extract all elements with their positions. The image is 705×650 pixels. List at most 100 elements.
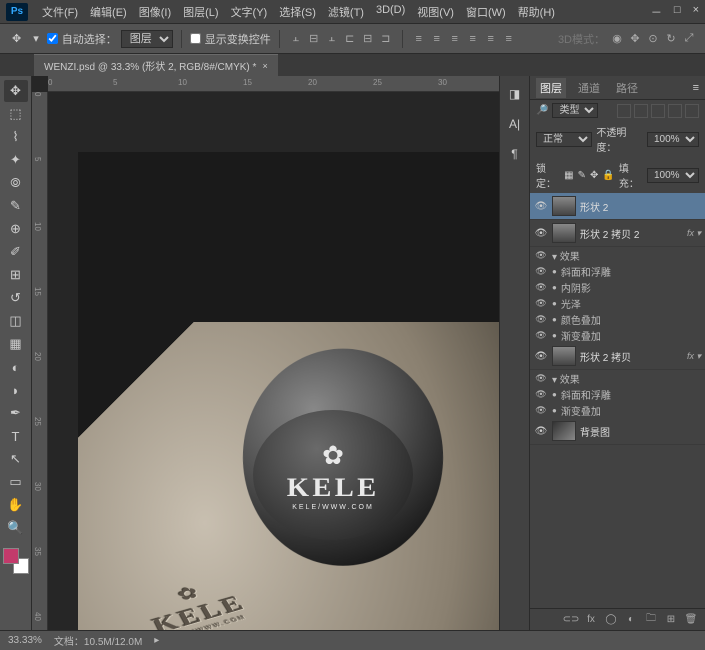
filter-shape-icon[interactable] bbox=[668, 104, 682, 118]
brush-tool[interactable]: ✐ bbox=[4, 241, 28, 263]
menu-item[interactable]: 窗口(W) bbox=[460, 2, 512, 22]
visibility-icon[interactable]: 👁 bbox=[534, 351, 548, 362]
blend-mode-select[interactable]: 正常 bbox=[536, 132, 592, 147]
canvas[interactable]: ✿ KELE KELE/WWW.COM ✿ KELE KELE/WWW.COM bbox=[78, 152, 499, 630]
move-tool[interactable]: ✥ bbox=[4, 80, 28, 102]
lasso-tool[interactable]: ⌇ bbox=[4, 126, 28, 148]
visibility-icon[interactable]: 👁 bbox=[534, 389, 548, 400]
wand-tool[interactable]: ✦ bbox=[4, 149, 28, 171]
menu-item[interactable]: 视图(V) bbox=[411, 2, 460, 22]
color-swatches[interactable] bbox=[3, 548, 29, 574]
menu-item[interactable]: 编辑(E) bbox=[84, 2, 133, 22]
visibility-icon[interactable]: 👁 bbox=[534, 266, 548, 277]
crop-tool[interactable]: ⦾ bbox=[4, 172, 28, 194]
dist-icon[interactable]: ≡ bbox=[483, 31, 499, 47]
visibility-icon[interactable]: 👁 bbox=[534, 228, 548, 239]
lock-pixels-icon[interactable]: ✎ bbox=[578, 170, 586, 181]
eraser-tool[interactable]: ◫ bbox=[4, 310, 28, 332]
menu-item[interactable]: 文字(Y) bbox=[225, 2, 274, 22]
info-chevron-icon[interactable]: ▸ bbox=[154, 635, 159, 646]
menu-item[interactable]: 选择(S) bbox=[273, 2, 322, 22]
delete-layer-icon[interactable]: 🗑 bbox=[683, 613, 699, 627]
history-panel-icon[interactable]: ◨ bbox=[505, 84, 525, 104]
show-transform-input[interactable] bbox=[190, 33, 201, 44]
menu-item[interactable]: 帮助(H) bbox=[512, 2, 561, 22]
align-left-icon[interactable]: ⊏ bbox=[342, 31, 358, 47]
lock-transparency-icon[interactable]: ▦ bbox=[564, 170, 573, 181]
visibility-icon[interactable]: 👁 bbox=[534, 298, 548, 309]
dist-icon[interactable]: ≡ bbox=[411, 31, 427, 47]
visibility-icon[interactable]: 👁 bbox=[534, 405, 548, 416]
fx-indicator[interactable]: fx ▾ bbox=[687, 228, 701, 239]
filter-type-select[interactable]: 类型 bbox=[552, 103, 598, 118]
fx-indicator[interactable]: fx ▾ bbox=[687, 351, 701, 362]
dist-icon[interactable]: ≡ bbox=[447, 31, 463, 47]
dropdown-icon[interactable]: ▾ bbox=[29, 30, 43, 47]
align-hcenter-icon[interactable]: ⊟ bbox=[360, 31, 376, 47]
menu-item[interactable]: 3D(D) bbox=[370, 2, 411, 22]
marquee-tool[interactable]: ⬚ bbox=[4, 103, 28, 125]
lock-all-icon[interactable]: 🔒 bbox=[602, 170, 614, 181]
path-tool[interactable]: ↖ bbox=[4, 448, 28, 470]
zoom-tool[interactable]: 🔍 bbox=[4, 517, 28, 539]
minimize-icon[interactable]: － bbox=[651, 4, 662, 20]
layer-thumbnail[interactable] bbox=[552, 223, 576, 243]
dist-icon[interactable]: ≡ bbox=[501, 31, 517, 47]
fx-icon[interactable]: fx bbox=[583, 613, 599, 627]
shape-tool[interactable]: ▭ bbox=[4, 471, 28, 493]
layer-item[interactable]: 👁形状 2 拷贝 2fx ▾ bbox=[530, 220, 705, 247]
stamp-tool[interactable]: ⊞ bbox=[4, 264, 28, 286]
pan-icon[interactable]: ✥ bbox=[627, 31, 643, 47]
layer-thumbnail[interactable] bbox=[552, 196, 576, 216]
menu-item[interactable]: 文件(F) bbox=[36, 2, 84, 22]
panel-menu-icon[interactable]: ≡ bbox=[693, 82, 699, 94]
visibility-icon[interactable]: 👁 bbox=[534, 426, 548, 437]
visibility-icon[interactable]: 👁 bbox=[534, 250, 548, 261]
layer-effect[interactable]: 👁● 颜色叠加 bbox=[530, 311, 705, 327]
align-top-icon[interactable]: ⫠ bbox=[288, 31, 304, 47]
dist-icon[interactable]: ≡ bbox=[465, 31, 481, 47]
layer-effect[interactable]: 👁▾ 效果 bbox=[530, 247, 705, 263]
orbit-icon[interactable]: ◉ bbox=[609, 31, 625, 47]
visibility-icon[interactable]: 👁 bbox=[534, 201, 548, 212]
align-right-icon[interactable]: ⊐ bbox=[378, 31, 394, 47]
show-transform-checkbox[interactable]: 显示变换控件 bbox=[190, 31, 271, 47]
menu-item[interactable]: 滤镜(T) bbox=[322, 2, 370, 22]
document-tab[interactable]: WENZI.psd @ 33.3% (形状 2, RGB/8#/CMYK) * … bbox=[34, 54, 278, 76]
layer-effect[interactable]: 👁● 渐变叠加 bbox=[530, 327, 705, 343]
group-icon[interactable]: 🗀 bbox=[643, 613, 659, 627]
new-layer-icon[interactable]: ⊞ bbox=[663, 613, 679, 627]
filter-adjust-icon[interactable] bbox=[634, 104, 648, 118]
menu-item[interactable]: 图像(I) bbox=[133, 2, 177, 22]
eyedropper-tool[interactable]: ✎ bbox=[4, 195, 28, 217]
tab-close-icon[interactable]: × bbox=[262, 61, 267, 71]
filter-text-icon[interactable] bbox=[651, 104, 665, 118]
dodge-tool[interactable]: ◗ bbox=[4, 379, 28, 401]
dist-icon[interactable]: ≡ bbox=[429, 31, 445, 47]
layer-item[interactable]: 👁形状 2 bbox=[530, 193, 705, 220]
scale-icon[interactable]: ⤢ bbox=[681, 31, 697, 47]
rotate-icon[interactable]: ↻ bbox=[663, 31, 679, 47]
history-brush-tool[interactable]: ↺ bbox=[4, 287, 28, 309]
layer-effect[interactable]: 👁● 斜面和浮雕 bbox=[530, 263, 705, 279]
visibility-icon[interactable]: 👁 bbox=[534, 314, 548, 325]
menu-item[interactable]: 图层(L) bbox=[177, 2, 224, 22]
close-icon[interactable]: × bbox=[693, 4, 699, 20]
link-layers-icon[interactable]: ⊂⊃ bbox=[563, 613, 579, 627]
align-bottom-icon[interactable]: ⫠ bbox=[324, 31, 340, 47]
mask-icon[interactable]: ◯ bbox=[603, 613, 619, 627]
ruler-horizontal[interactable]: 051015202530 bbox=[48, 76, 499, 92]
adjustment-icon[interactable]: ◐ bbox=[623, 613, 639, 627]
gradient-tool[interactable]: ▦ bbox=[4, 333, 28, 355]
tab-layers[interactable]: 图层 bbox=[536, 78, 566, 98]
foreground-color[interactable] bbox=[3, 548, 19, 564]
maximize-icon[interactable]: □ bbox=[674, 4, 681, 20]
ruler-vertical[interactable]: 0510152025303540 bbox=[32, 92, 48, 630]
zoom3d-icon[interactable]: ⊙ bbox=[645, 31, 661, 47]
layer-effect[interactable]: 👁● 斜面和浮雕 bbox=[530, 386, 705, 402]
visibility-icon[interactable]: 👁 bbox=[534, 330, 548, 341]
filter-pixel-icon[interactable] bbox=[617, 104, 631, 118]
lock-position-icon[interactable]: ✥ bbox=[590, 170, 598, 181]
layer-item[interactable]: 👁形状 2 拷贝fx ▾ bbox=[530, 343, 705, 370]
zoom-level[interactable]: 33.33% bbox=[8, 635, 42, 646]
